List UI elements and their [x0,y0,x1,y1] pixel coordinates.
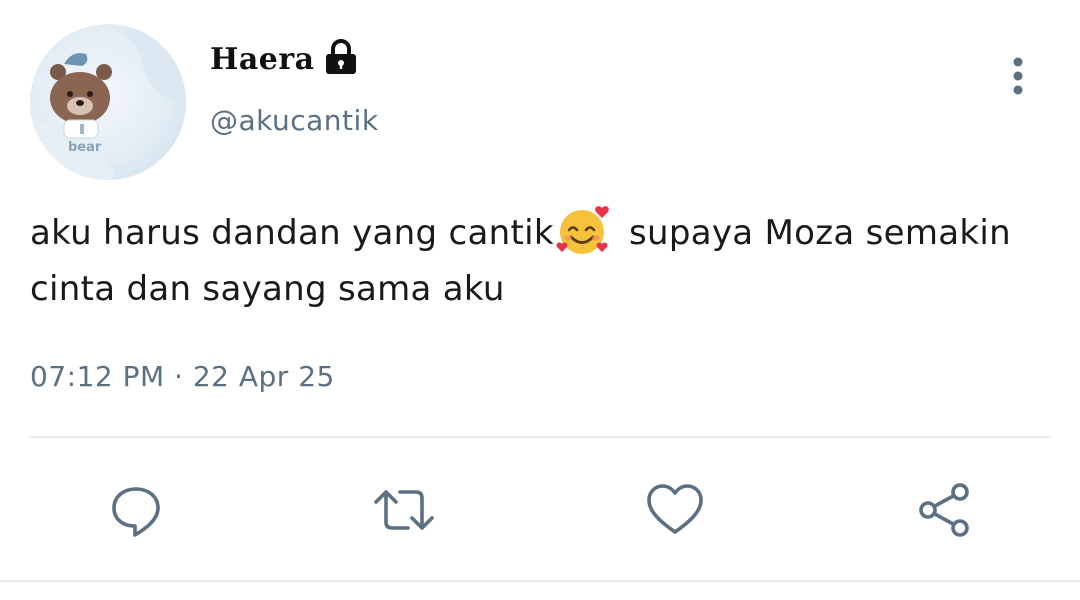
divider [30,436,1050,438]
display-name[interactable]: Haera [210,42,315,77]
retweet-button[interactable] [372,478,436,542]
reply-icon [112,487,160,537]
share-button[interactable] [912,478,976,542]
more-options-button[interactable] [998,52,1038,100]
display-name-row[interactable]: Haera [210,38,359,77]
tweet-text-part-1: aku harus dandan yang cantik [30,213,554,253]
like-icon [647,484,703,534]
retweet-icon [374,490,434,530]
like-button[interactable] [643,478,707,542]
lock-icon [323,38,359,76]
avatar-caption: bear [68,140,102,155]
more-vertical-icon [1013,57,1023,95]
share-icon [919,483,969,537]
reply-button[interactable] [104,478,168,542]
tweet-timestamp[interactable]: 07:12 PM · 22 Apr 25 [30,360,335,393]
smiling-face-with-hearts-emoji [556,204,612,256]
user-handle[interactable]: @akucantik [210,104,379,137]
bottom-divider [0,580,1080,582]
avatar[interactable]: bear [30,24,186,180]
tweet-text: aku harus dandan yang cantik supaya Moza… [30,204,1040,317]
